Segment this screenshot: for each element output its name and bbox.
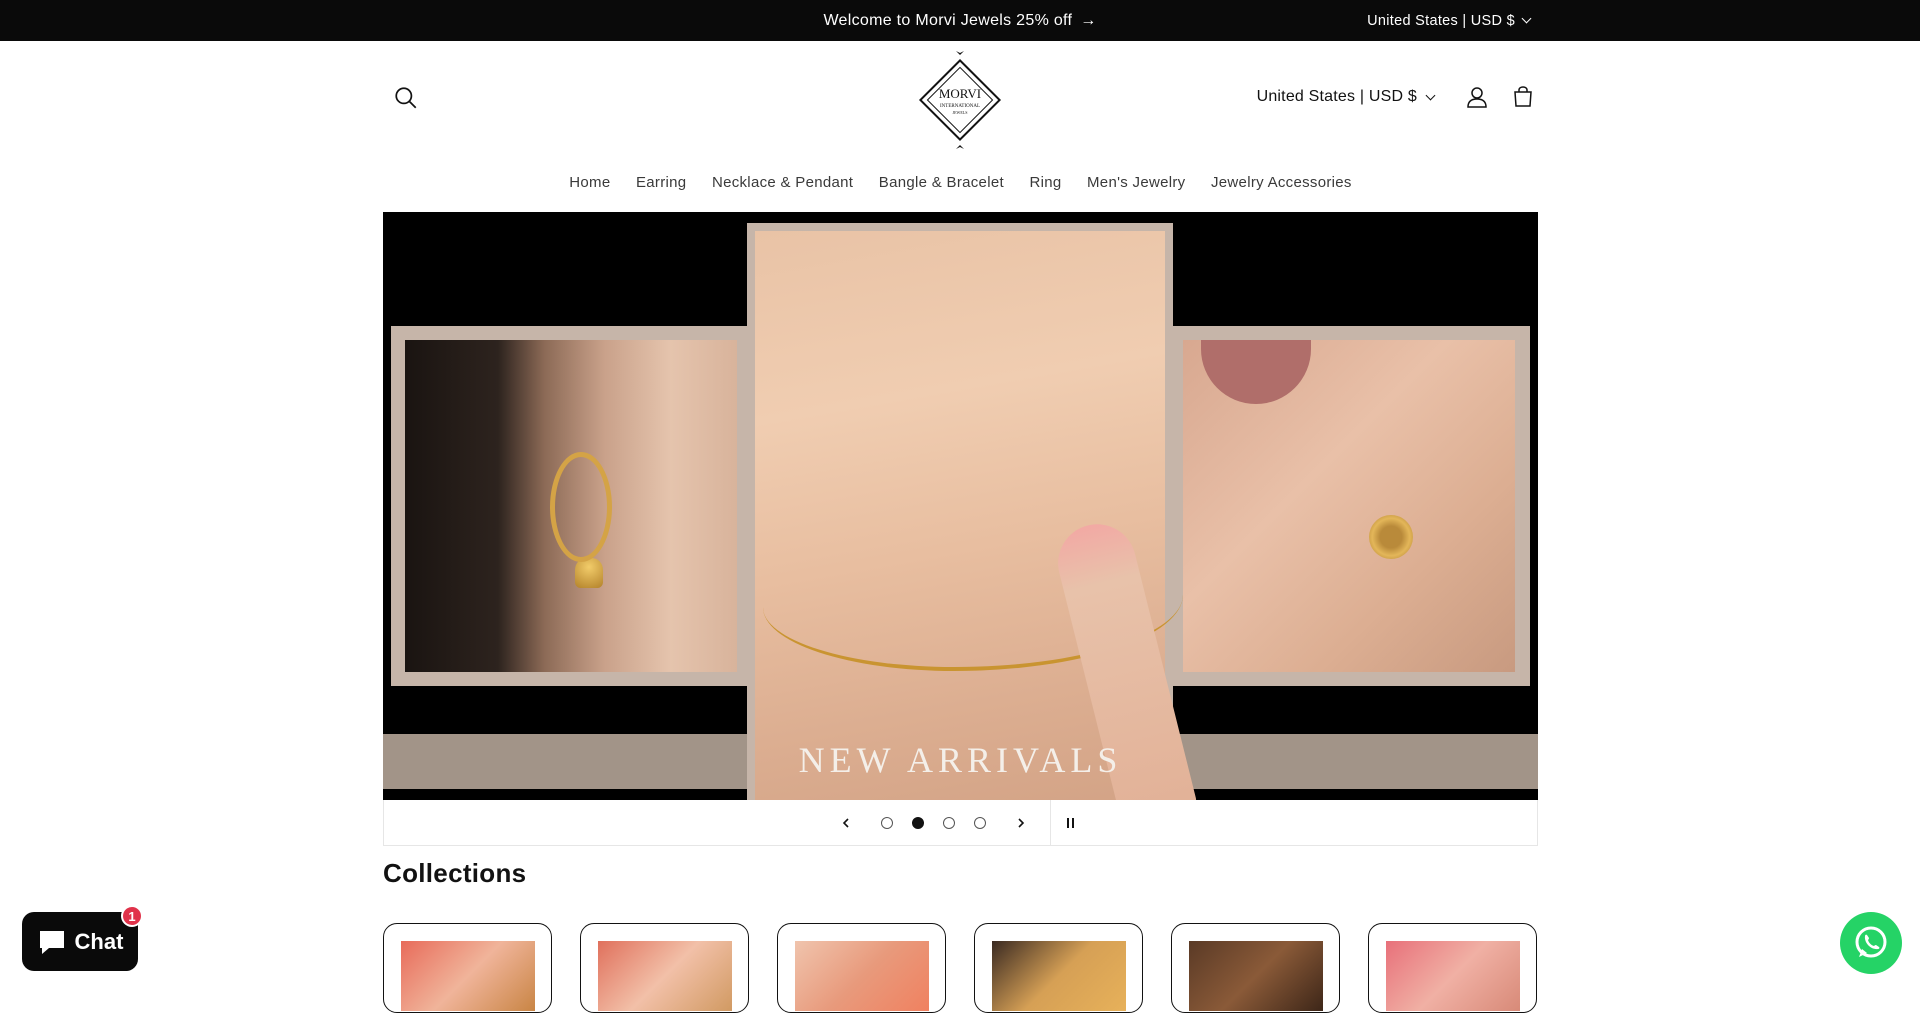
next-slide-button[interactable]: [1006, 808, 1036, 838]
pause-slideshow-button[interactable]: [1051, 808, 1091, 838]
slide-title: NEW ARRIVALS: [798, 740, 1123, 780]
announcement-country-selector[interactable]: United States | USD $: [1367, 0, 1532, 41]
collection-image: [1189, 941, 1323, 1011]
collection-card[interactable]: [974, 923, 1143, 1013]
morvi-logo-graphic: MORVI INTERNATIONAL JEWELS: [918, 51, 1002, 149]
nav-item-necklace-pendant[interactable]: Necklace & Pendant: [712, 174, 853, 204]
nav-item-jewelry-accessories[interactable]: Jewelry Accessories: [1211, 174, 1352, 204]
collection-card[interactable]: [383, 923, 552, 1013]
chat-button[interactable]: Chat: [22, 912, 138, 971]
collection-image: [992, 941, 1126, 1011]
collection-card[interactable]: [1171, 923, 1340, 1013]
account-button[interactable]: [1462, 82, 1492, 112]
search-button[interactable]: [393, 85, 419, 111]
cart-icon: [1514, 86, 1532, 107]
chevron-left-icon: [842, 817, 849, 828]
announcement-link[interactable]: Welcome to Morvi Jewels 25% off →: [0, 0, 1920, 41]
collection-image: [795, 941, 929, 1011]
collection-image: [598, 941, 732, 1011]
ring-photo: [1183, 340, 1515, 672]
slide-dot-1[interactable]: [880, 816, 893, 829]
header-country-selector[interactable]: United States | USD $: [1256, 88, 1436, 106]
whatsapp-icon: [1855, 926, 1887, 958]
site-header: MORVI INTERNATIONAL JEWELS United States…: [383, 41, 1538, 198]
chat-bubble-icon: [39, 930, 64, 954]
logo-text: MORVI: [939, 86, 981, 101]
announcement-country-label: United States | USD $: [1367, 12, 1515, 29]
whatsapp-button[interactable]: [1840, 912, 1902, 974]
lips: [1201, 340, 1311, 404]
collection-card[interactable]: [580, 923, 749, 1013]
logo[interactable]: MORVI INTERNATIONAL JEWELS: [910, 51, 1010, 149]
user-icon: [1467, 87, 1487, 108]
nav-item-earring[interactable]: Earring: [636, 174, 686, 204]
gold-ring: [1369, 515, 1413, 559]
collection-cards: [383, 923, 1538, 1013]
chevron-down-icon: [1425, 90, 1436, 100]
pause-icon-bar: [1072, 817, 1074, 828]
nav-item-bangle-bracelet[interactable]: Bangle & Bracelet: [879, 174, 1004, 204]
earring-photo: [405, 340, 737, 672]
chat-label: Chat: [74, 928, 124, 954]
collection-image: [1386, 941, 1520, 1011]
necklace-photo-frame: [747, 223, 1199, 800]
collections-heading: Collections: [383, 858, 527, 888]
pause-icon: [1067, 817, 1069, 828]
collection-card[interactable]: [1368, 923, 1537, 1013]
announcement-bar: Welcome to Morvi Jewels 25% off → United…: [0, 0, 1920, 41]
slide-dot-2[interactable]: [911, 816, 924, 829]
arrow-right-icon: →: [1080, 11, 1097, 29]
logo-small-text: JEWELS: [953, 110, 968, 115]
necklace-photo: [755, 231, 1199, 800]
jhumka-earring: [575, 558, 603, 588]
chat-notification-badge: 1: [121, 905, 143, 927]
main-nav: Home Earring Necklace & Pendant Bangle &…: [383, 174, 1538, 204]
slider-controls: [383, 799, 1538, 846]
announcement-text: Welcome to Morvi Jewels 25% off: [823, 11, 1073, 29]
slide-dot-4[interactable]: [973, 816, 986, 829]
nav-item-ring[interactable]: Ring: [1029, 174, 1061, 204]
collection-image: [401, 941, 535, 1011]
slide-dots: [880, 816, 986, 829]
chevron-right-icon: [1017, 817, 1024, 828]
slide-dot-3[interactable]: [942, 816, 955, 829]
chevron-down-icon: [1521, 13, 1532, 24]
collection-card[interactable]: [777, 923, 946, 1013]
logo-subtext: INTERNATIONAL: [940, 104, 980, 109]
search-icon: [395, 87, 417, 109]
cart-button[interactable]: [1508, 82, 1538, 112]
previous-slide-button[interactable]: [831, 808, 861, 838]
nav-item-home[interactable]: Home: [569, 174, 610, 204]
nav-item-mens-jewelry[interactable]: Men's Jewelry: [1087, 174, 1185, 204]
header-country-label: United States | USD $: [1256, 88, 1417, 105]
header-actions: United States | USD $: [1257, 81, 1538, 113]
hero-slideshow[interactable]: NEW ARRIVALS: [383, 212, 1538, 800]
